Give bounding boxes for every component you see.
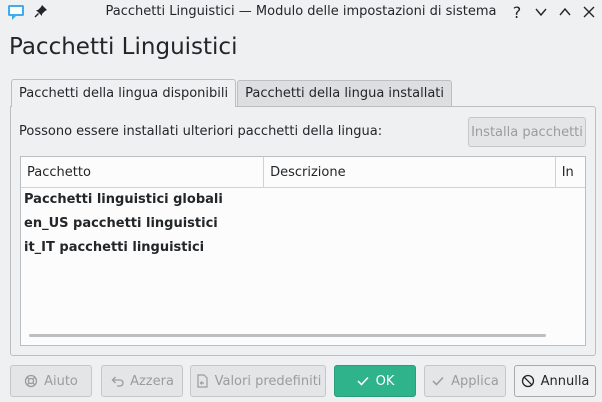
defaults-label: Valori predefiniti [214,373,322,389]
cancel-icon [521,374,534,388]
cancel-button[interactable]: Annulla [514,365,596,397]
minimize-icon[interactable] [531,2,551,22]
defaults-button[interactable]: Valori predefiniti [190,365,326,397]
ok-button[interactable]: OK [334,365,416,397]
table-row[interactable]: it_IT pacchetti linguistici [24,240,204,255]
ok-label: OK [375,373,395,389]
help-label: Aiuto [44,373,78,389]
apply-label: Applica [451,373,499,389]
column-header-package[interactable]: Pacchetto [21,157,265,187]
document-revert-icon [196,374,208,388]
app-icon [7,3,25,21]
close-icon[interactable] [579,2,599,22]
checkmark-icon [357,376,369,386]
reset-label: Azzera [130,373,174,389]
maximize-icon[interactable] [555,2,575,22]
table-row[interactable]: en_US pacchetti linguistici [24,216,218,231]
checkmark-icon [432,376,444,386]
column-header-description[interactable]: Descrizione [264,157,556,187]
tab-bar: Pacchetti della lingua disponibili Pacch… [11,79,453,107]
table-header: Pacchetto Descrizione In [21,157,585,188]
lifebuoy-icon [24,374,38,388]
pin-icon[interactable] [34,4,48,18]
help-icon[interactable]: ? [507,2,527,22]
column-header-installed[interactable]: In [556,157,585,187]
title-bar: Pacchetti Linguistici — Modulo delle imp… [0,0,602,24]
page-title: Pacchetti Linguistici [9,34,238,60]
packages-table[interactable]: Pacchetto Descrizione In Pacchetti lingu… [20,156,586,346]
table-row[interactable]: Pacchetti linguistici globali [24,192,223,207]
help-button[interactable]: Aiuto [10,365,92,397]
cancel-label: Annulla [540,373,590,389]
reset-button[interactable]: Azzera [101,365,183,397]
panel-description: Possono essere installati ulteriori pacc… [19,124,383,139]
horizontal-scrollbar[interactable] [29,334,546,337]
apply-button[interactable]: Applica [424,365,506,397]
install-packages-button[interactable]: Installa pacchetti [468,117,586,147]
tab-installed-packs[interactable]: Pacchetti della lingua installati [237,80,453,106]
undo-icon [111,376,124,387]
tab-available-packs[interactable]: Pacchetti della lingua disponibili [11,79,237,107]
